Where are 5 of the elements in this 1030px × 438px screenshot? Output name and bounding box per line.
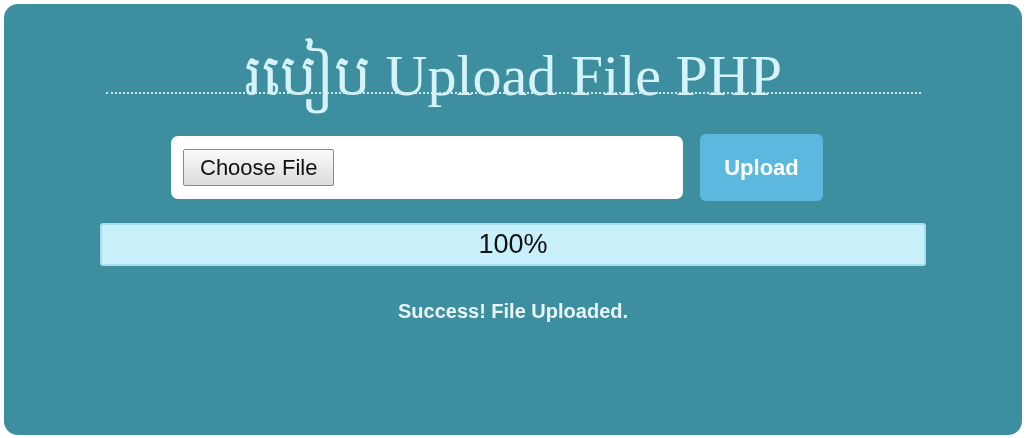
file-input[interactable]: Choose File (171, 136, 683, 199)
progress-reading: 100% (478, 228, 548, 262)
choose-file-button[interactable]: Choose File (183, 149, 335, 186)
status-message: Success! File Uploaded. (397, 299, 629, 324)
page-title: របៀប Upload File PHP (240, 30, 786, 122)
